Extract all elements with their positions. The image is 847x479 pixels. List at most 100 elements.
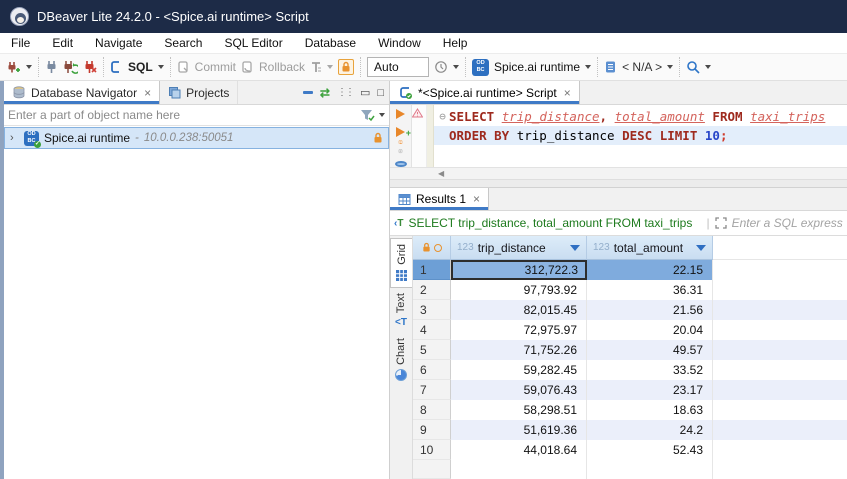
row-number[interactable]: 2 xyxy=(413,280,451,300)
active-connection-selector[interactable]: Spice.ai runtime xyxy=(494,60,580,74)
cell-total-amount[interactable]: 33.52 xyxy=(587,360,713,380)
table-row[interactable]: 6 59,282.45 33.52 xyxy=(413,360,847,380)
expander-icon[interactable]: › xyxy=(10,132,19,144)
disconnect-icon[interactable] xyxy=(83,60,97,74)
scroll-left-arrow-icon[interactable]: ◀ xyxy=(438,169,444,178)
table-row[interactable]: 4 72,975.97 20.04 xyxy=(413,320,847,340)
cell-trip-distance[interactable]: 71,752.26 xyxy=(451,340,587,360)
code-line-1[interactable]: ⊖SELECT trip_distance, total_amount FROM… xyxy=(434,107,847,126)
cell-trip-distance[interactable]: 72,975.97 xyxy=(451,320,587,340)
grid-corner-cell[interactable] xyxy=(413,236,451,260)
cell-trip-distance[interactable]: 44,018.64 xyxy=(451,440,587,460)
active-database-selector[interactable]: < N/A > xyxy=(622,60,662,74)
view-tab-grid[interactable]: Grid xyxy=(390,238,412,288)
cell-total-amount[interactable]: 20.04 xyxy=(587,320,713,340)
cell-total-amount[interactable]: 18.63 xyxy=(587,400,713,420)
reconnect-icon[interactable] xyxy=(63,60,78,74)
menu-sql-editor[interactable]: SQL Editor xyxy=(213,34,293,52)
row-number[interactable]: 9 xyxy=(413,420,451,440)
editor-results-splitter[interactable] xyxy=(390,179,847,188)
transaction-log-icon[interactable] xyxy=(434,60,448,74)
cell-trip-distance[interactable]: 312,722.3 xyxy=(451,260,587,280)
new-connection-dropdown[interactable] xyxy=(26,65,32,69)
column-header-trip-distance[interactable]: 123 trip_distance xyxy=(451,236,587,260)
connection-tree-item[interactable]: › OD BC ✓ Spice.ai runtime - 10.0.0.238:… xyxy=(4,127,389,149)
explain-plan-icon[interactable] xyxy=(394,149,407,153)
table-row[interactable]: 2 97,793.92 36.31 xyxy=(413,280,847,300)
close-icon[interactable]: × xyxy=(564,86,571,100)
view-tab-chart[interactable]: Chart xyxy=(390,333,412,386)
sql-column-link[interactable]: total_amount xyxy=(615,107,705,126)
filter-dropdown[interactable] xyxy=(379,113,385,117)
row-number[interactable]: 4 xyxy=(413,320,451,340)
autocommit-lock-box[interactable] xyxy=(338,59,354,75)
cell-trip-distance[interactable]: 58,298.51 xyxy=(451,400,587,420)
row-number[interactable]: 6 xyxy=(413,360,451,380)
cell-trip-distance[interactable]: 51,619.36 xyxy=(451,420,587,440)
view-tab-text[interactable]: Text <T xyxy=(390,288,412,333)
tab-projects[interactable]: Projects xyxy=(160,81,238,104)
cell-total-amount[interactable]: 23.17 xyxy=(587,380,713,400)
tab-sql-script[interactable]: *<Spice.ai runtime> Script × xyxy=(390,81,580,104)
cell-trip-distance[interactable]: 59,282.45 xyxy=(451,360,587,380)
cell-total-amount[interactable]: 36.31 xyxy=(587,280,713,300)
minimize-panel-icon[interactable]: ▭ xyxy=(360,86,370,99)
editor-hscrollbar[interactable]: ◀ xyxy=(390,167,847,179)
connection-dropdown[interactable] xyxy=(585,65,591,69)
cell-trip-distance[interactable]: 82,015.45 xyxy=(451,300,587,320)
cell-total-amount[interactable]: 24.2 xyxy=(587,420,713,440)
cell-total-amount[interactable]: 21.56 xyxy=(587,300,713,320)
execute-new-tab-icon[interactable]: + xyxy=(396,124,405,135)
cell-trip-distance[interactable]: 97,793.92 xyxy=(451,280,587,300)
minimize-view-icon[interactable] xyxy=(303,91,313,94)
execute-script-icon[interactable] xyxy=(394,140,407,144)
close-icon[interactable]: × xyxy=(144,86,151,100)
row-number[interactable]: 3 xyxy=(413,300,451,320)
table-row[interactable]: 8 58,298.51 18.63 xyxy=(413,400,847,420)
sort-desc-icon[interactable] xyxy=(570,245,580,251)
warning-icon[interactable] xyxy=(412,108,423,118)
cell-total-amount[interactable]: 52.43 xyxy=(587,440,713,460)
view-menu-icon[interactable]: ⋮⋮ xyxy=(337,87,353,98)
menu-search[interactable]: Search xyxy=(153,34,213,52)
code-area[interactable]: ⊖SELECT trip_distance, total_amount FROM… xyxy=(434,105,847,167)
sql-editor-icon[interactable] xyxy=(110,60,123,74)
filter-funnel-icon[interactable] xyxy=(360,109,375,122)
table-row[interactable]: 5 71,752.26 49.57 xyxy=(413,340,847,360)
close-icon[interactable]: × xyxy=(473,192,480,206)
menu-window[interactable]: Window xyxy=(367,34,432,52)
connect-icon[interactable] xyxy=(45,60,58,74)
fold-marker-icon[interactable]: ⊖ xyxy=(436,107,449,126)
table-row[interactable]: 9 51,619.36 24.2 xyxy=(413,420,847,440)
menu-edit[interactable]: Edit xyxy=(41,34,84,52)
expand-filter-icon[interactable] xyxy=(715,217,727,229)
row-number[interactable]: 5 xyxy=(413,340,451,360)
sql-table-link[interactable]: taxi_trips xyxy=(750,107,825,126)
commit-mode-combo[interactable]: Auto xyxy=(367,57,429,77)
transaction-dropdown[interactable] xyxy=(327,65,333,69)
new-connection-icon[interactable] xyxy=(6,60,21,75)
transaction-log-dropdown[interactable] xyxy=(453,65,459,69)
maximize-panel-icon[interactable]: □ xyxy=(377,87,384,99)
column-header-total-amount[interactable]: 123 total_amount xyxy=(587,236,713,260)
row-number[interactable]: 1 xyxy=(413,260,451,280)
search-dropdown[interactable] xyxy=(705,65,711,69)
database-dropdown[interactable] xyxy=(667,65,673,69)
menu-database[interactable]: Database xyxy=(294,34,367,52)
cell-total-amount[interactable]: 49.57 xyxy=(587,340,713,360)
search-icon[interactable] xyxy=(686,60,700,74)
sql-column-link[interactable]: trip_distance xyxy=(502,107,600,126)
tab-database-navigator[interactable]: Database Navigator × xyxy=(4,81,160,104)
menu-help[interactable]: Help xyxy=(432,34,479,52)
sql-dropdown[interactable] xyxy=(158,65,164,69)
row-number[interactable]: 8 xyxy=(413,400,451,420)
database-select-icon[interactable] xyxy=(604,60,617,74)
sql-button-label[interactable]: SQL xyxy=(128,60,153,74)
table-row[interactable]: 7 59,076.43 23.17 xyxy=(413,380,847,400)
cell-trip-distance[interactable]: 59,076.43 xyxy=(451,380,587,400)
row-number[interactable]: 7 xyxy=(413,380,451,400)
tab-results-1[interactable]: Results 1 × xyxy=(390,188,489,210)
table-row[interactable]: 10 44,018.64 52.43 xyxy=(413,440,847,460)
row-number[interactable]: 10 xyxy=(413,440,451,460)
cell-total-amount[interactable]: 22.15 xyxy=(587,260,713,280)
